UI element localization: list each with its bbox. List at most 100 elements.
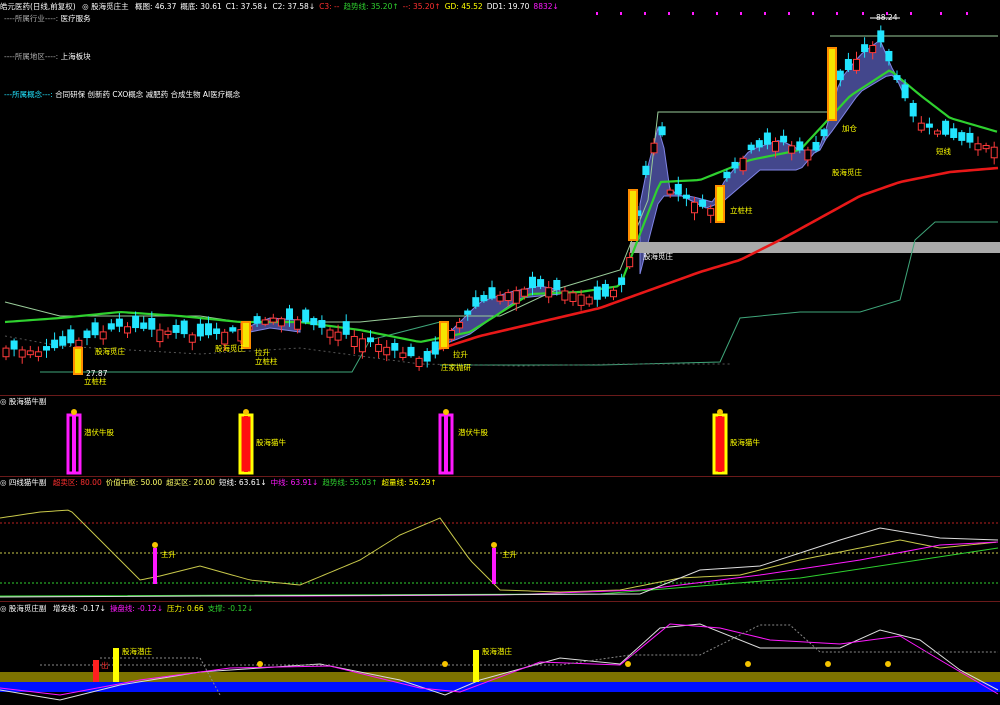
top-tick xyxy=(740,12,742,15)
candle-body xyxy=(375,344,383,352)
candle-body xyxy=(431,341,439,355)
annotation: 加仓 xyxy=(842,124,857,133)
candle-body xyxy=(796,141,804,151)
signal-bar-core xyxy=(244,416,248,472)
candle-body xyxy=(67,329,75,344)
candle-body xyxy=(448,330,455,340)
annotation: 立桩柱 xyxy=(255,357,278,366)
annotation: 股海觅庄 xyxy=(832,168,862,177)
candle-body xyxy=(423,350,431,362)
candle-body xyxy=(869,44,877,54)
panel-separator[interactable] xyxy=(0,476,1000,477)
candle-body xyxy=(529,276,536,289)
candle-body xyxy=(666,189,674,195)
signal-coin xyxy=(625,661,631,667)
candle-body xyxy=(772,141,779,152)
candle-body xyxy=(10,340,18,350)
panel3-title[interactable]: ◎ 四线猫牛副 xyxy=(0,478,46,487)
signal-coin xyxy=(257,661,263,667)
candle-body xyxy=(909,102,917,117)
candle-body xyxy=(367,337,374,343)
candle-body xyxy=(893,75,901,81)
candle-body xyxy=(488,287,496,299)
candle-body xyxy=(699,199,707,207)
candle-body xyxy=(342,321,350,335)
candle-body xyxy=(172,324,180,333)
candle-body xyxy=(399,352,407,359)
signal-bar xyxy=(492,548,496,584)
candle-body xyxy=(504,292,512,302)
candle-body xyxy=(958,132,966,141)
main-header-item: C2: 37.58↓ xyxy=(272,2,316,11)
candle-body xyxy=(83,330,91,339)
top-tick xyxy=(940,12,942,15)
panel-separator[interactable] xyxy=(0,601,1000,602)
candle-body xyxy=(472,297,480,307)
signal-coin xyxy=(745,661,751,667)
signal-label: 出 xyxy=(101,661,109,670)
candle-body xyxy=(707,208,715,216)
top-tick xyxy=(862,12,864,15)
signal-bar xyxy=(113,648,119,682)
candle-body xyxy=(545,287,553,298)
main-header: 皓元医药(日线,前复权) ◎ 股海觅庄主 概图: 46.37 概底: 30.61 C… xyxy=(0,2,567,11)
main-header-item: 8832↓ xyxy=(533,2,559,11)
candle-body xyxy=(788,145,796,154)
candle-body xyxy=(520,288,528,297)
panel2-title[interactable]: ◎ 股海猫牛副 xyxy=(0,397,46,406)
panel4-title[interactable]: ◎ 股海觅庄副 xyxy=(0,604,46,613)
candle-body xyxy=(334,331,342,341)
candle-body xyxy=(942,120,950,135)
trend-band xyxy=(639,39,905,275)
candle-body xyxy=(269,317,277,323)
top-tick xyxy=(910,12,912,15)
candle-body xyxy=(755,140,763,148)
signal-label: 潜伏牛股 xyxy=(84,428,114,437)
main-header-item: 概底: 30.61 xyxy=(180,2,222,11)
top-tick xyxy=(812,12,814,15)
candle-body xyxy=(407,346,415,357)
candle-body xyxy=(107,323,115,330)
candle-body xyxy=(229,327,237,332)
indicator-name[interactable]: ◎ 股海觅庄主 xyxy=(82,2,128,11)
candle-body xyxy=(456,321,464,329)
top-tick xyxy=(836,12,838,15)
signal-coin xyxy=(71,409,77,415)
candle-body xyxy=(318,320,326,328)
candle-body xyxy=(682,194,690,199)
candle-body xyxy=(577,294,585,306)
concept-line: ---所属概念---: 合同研保 创新药 CXO概念 减肥药 合成生物 AI医疗… xyxy=(4,90,241,99)
panel-separator[interactable] xyxy=(0,395,1000,396)
candle-body xyxy=(91,322,99,336)
kline-chart[interactable] xyxy=(0,0,1000,705)
candle-body xyxy=(51,339,59,349)
candle-body xyxy=(512,290,520,304)
candle-body xyxy=(383,346,391,356)
candle-body xyxy=(747,144,755,151)
pillar-marker xyxy=(628,189,638,241)
main-header-item: 概图: 46.37 xyxy=(134,2,177,11)
signal-label: 股海潜庄 xyxy=(122,647,152,656)
candle-body xyxy=(982,144,990,150)
annotation: 拉升 xyxy=(453,350,468,359)
pillar-marker xyxy=(439,321,449,349)
candle-body xyxy=(601,283,609,297)
candle-body xyxy=(391,342,399,351)
candle-body xyxy=(658,126,666,136)
candle-body xyxy=(261,319,269,325)
signal-coin xyxy=(152,542,158,548)
candle-body xyxy=(650,142,658,154)
top-tick xyxy=(620,12,622,15)
candle-body xyxy=(553,280,561,290)
candle-body xyxy=(75,339,83,348)
annotation: 立桩柱 xyxy=(84,377,107,386)
stock-name[interactable]: 皓元医药(日线,前复权) xyxy=(0,2,76,11)
pillar-marker xyxy=(827,47,837,121)
candle-body xyxy=(326,329,334,338)
main-header-item: GD: 45.52 xyxy=(444,2,483,11)
stair-line xyxy=(40,624,998,666)
candle-body xyxy=(585,296,593,305)
candle-body xyxy=(34,351,42,357)
top-tick xyxy=(716,12,718,15)
annotation: 庄家抛研 xyxy=(441,363,471,372)
